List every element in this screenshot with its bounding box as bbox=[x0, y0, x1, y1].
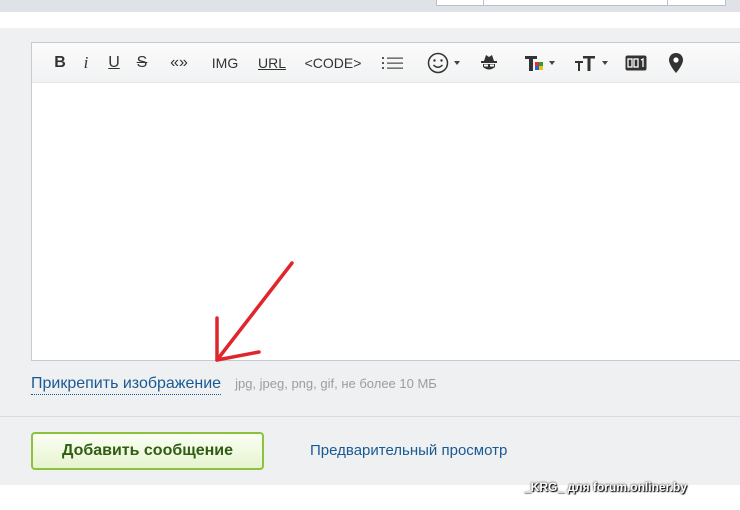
url-button[interactable]: URL bbox=[256, 52, 288, 74]
list-icon bbox=[382, 57, 403, 69]
italic-button[interactable]: i bbox=[80, 52, 92, 74]
image-tag-button[interactable]: IMG bbox=[208, 52, 242, 74]
counter-icon bbox=[625, 55, 647, 71]
top-bar bbox=[0, 0, 740, 12]
text-color-button[interactable] bbox=[522, 52, 556, 74]
reply-panel: B i U S «» IMG URL <CODE> Прикрепить изо… bbox=[0, 28, 740, 485]
editor-toolbar: B i U S «» IMG URL <CODE> bbox=[32, 43, 740, 83]
attach-row: Прикрепить изображение jpg, jpeg, png, g… bbox=[31, 374, 437, 395]
font-size-icon bbox=[574, 56, 595, 71]
chevron-down-icon bbox=[601, 61, 608, 65]
font-size-button[interactable] bbox=[573, 52, 609, 74]
smiley-button[interactable] bbox=[424, 52, 462, 74]
underline-button[interactable]: U bbox=[107, 52, 121, 74]
chevron-down-icon bbox=[548, 61, 555, 65]
spoiler-button[interactable] bbox=[478, 52, 500, 74]
location-button[interactable] bbox=[666, 52, 686, 74]
preview-link[interactable]: Предварительный просмотр bbox=[310, 442, 507, 459]
top-tab-box bbox=[436, 0, 726, 6]
code-button[interactable]: <CODE> bbox=[303, 52, 363, 74]
attach-image-link[interactable]: Прикрепить изображение bbox=[31, 374, 222, 395]
chevron-down-icon bbox=[453, 61, 460, 65]
submit-message-button[interactable]: Добавить сообщение bbox=[31, 432, 264, 470]
text-color-icon bbox=[524, 56, 543, 71]
spy-icon bbox=[481, 55, 497, 70]
map-pin-icon bbox=[669, 53, 683, 73]
strikethrough-button[interactable]: S bbox=[135, 52, 149, 74]
counter-button[interactable] bbox=[624, 52, 648, 74]
message-editor: B i U S «» IMG URL <CODE> bbox=[31, 42, 740, 361]
attach-hint: jpg, jpeg, png, gif, не более 10 МБ bbox=[235, 376, 437, 391]
smiley-icon bbox=[427, 52, 448, 74]
quote-button[interactable]: «» bbox=[166, 52, 192, 74]
list-button[interactable] bbox=[381, 52, 405, 74]
watermark: _KRG_ для forum.onliner.by bbox=[524, 480, 687, 494]
bold-button[interactable]: B bbox=[52, 52, 68, 74]
divider bbox=[0, 416, 740, 417]
